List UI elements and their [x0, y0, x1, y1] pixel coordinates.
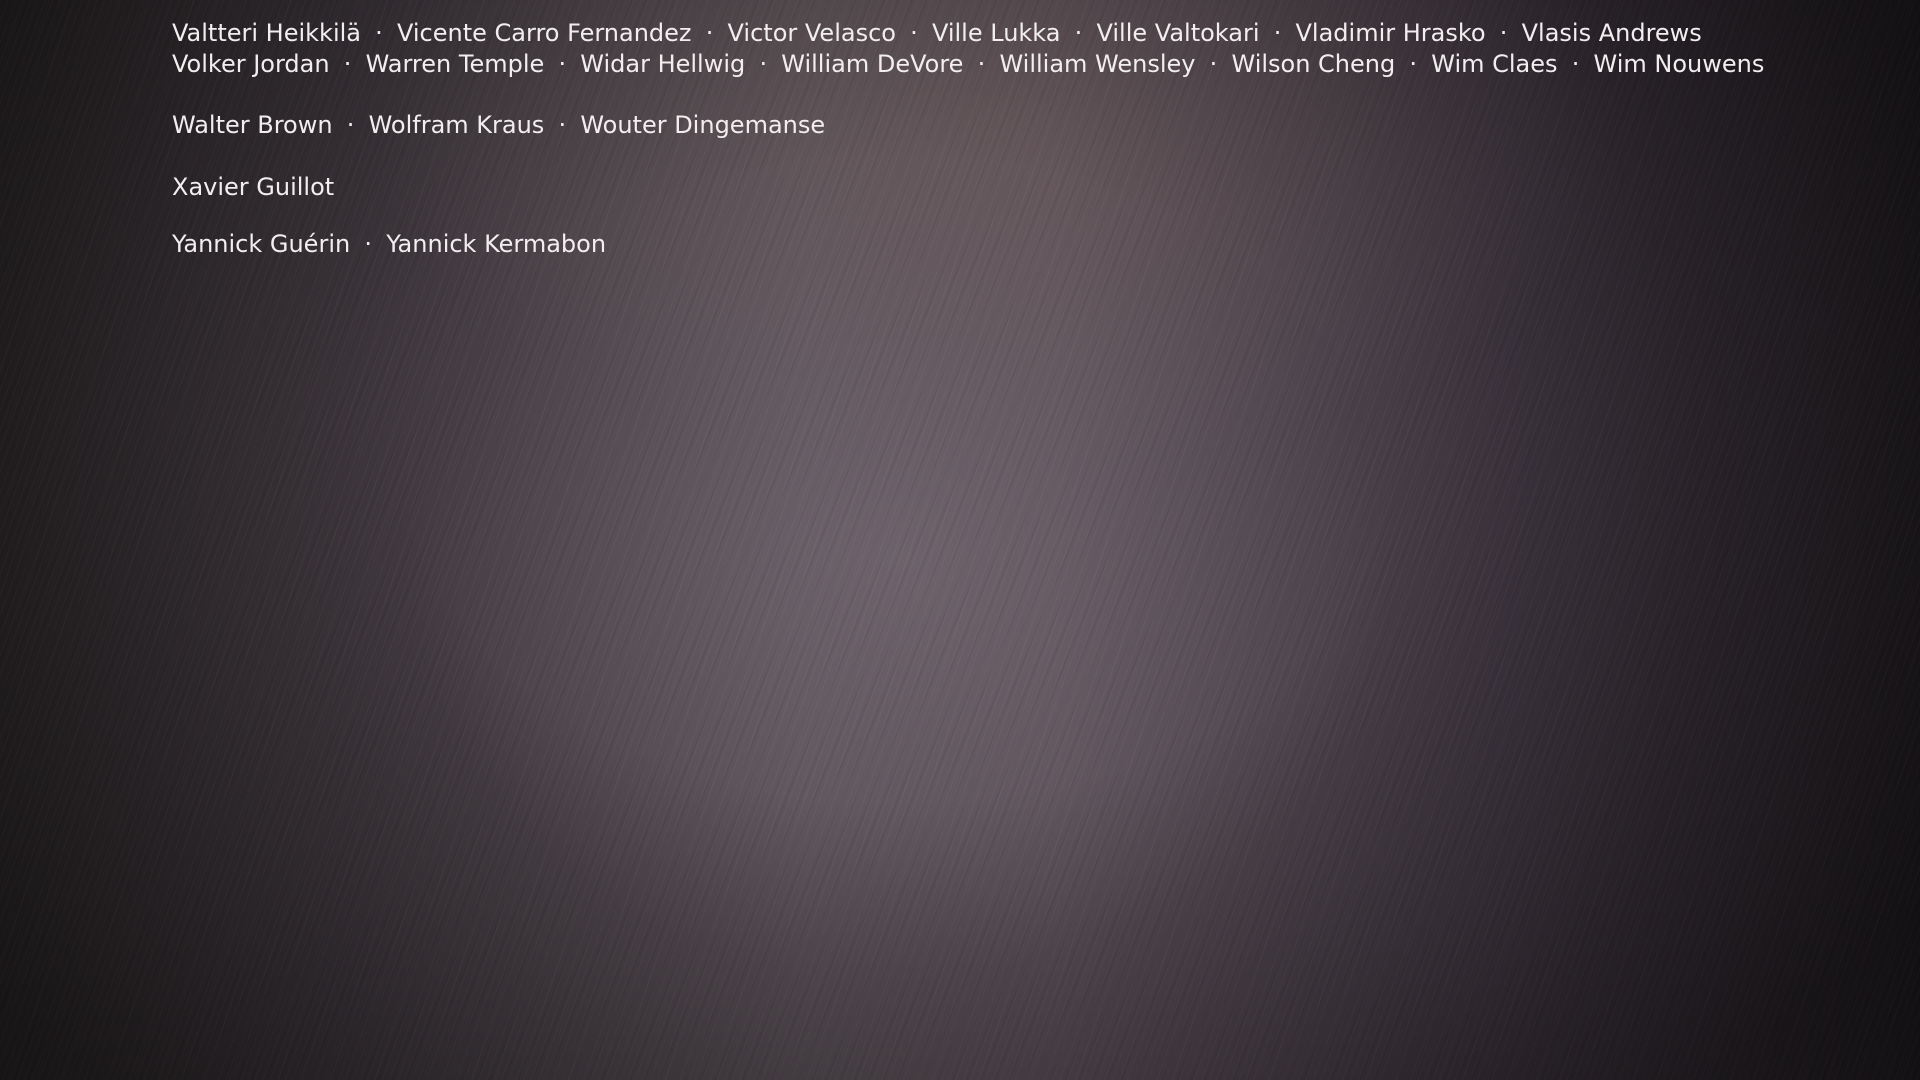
credits-group-v: Valtteri Heikkilä · Vicente Carro Fernan…: [172, 18, 1892, 80]
separator-dot: ·: [346, 111, 355, 139]
credit-name: William Wensley: [999, 50, 1196, 78]
separator-dot: ·: [705, 19, 714, 47]
separator-dot: ·: [1571, 50, 1580, 78]
credits-line: Valtteri Heikkilä · Vicente Carro Fernan…: [172, 18, 1892, 49]
separator-dot: ·: [1273, 19, 1282, 47]
credits-group-y: Yannick Guérin · Yannick Kermabon: [172, 229, 1892, 260]
separator-dot: ·: [343, 50, 352, 78]
credit-name: Volker Jordan: [172, 50, 330, 78]
credits-list: Valtteri Heikkilä · Vicente Carro Fernan…: [172, 18, 1892, 260]
credits-line: Volker Jordan · Warren Temple · Widar He…: [172, 49, 1892, 80]
credit-name: Xavier Guillot: [172, 173, 335, 201]
credits-group-w: Walter Brown · Wolfram Kraus · Wouter Di…: [172, 110, 1892, 141]
credit-name: Warren Temple: [365, 50, 545, 78]
credits-line: Yannick Guérin · Yannick Kermabon: [172, 229, 1892, 260]
separator-dot: ·: [977, 50, 986, 78]
credits-line: Walter Brown · Wolfram Kraus · Wouter Di…: [172, 110, 1892, 141]
separator-dot: ·: [558, 111, 567, 139]
credit-name: Ville Lukka: [931, 19, 1061, 47]
separator-dot: ·: [558, 50, 567, 78]
credit-name: Vlasis Andrews: [1521, 19, 1702, 47]
credit-name: Vladimir Hrasko: [1295, 19, 1486, 47]
separator-dot: ·: [910, 19, 918, 47]
credit-name: Wim Claes: [1431, 50, 1558, 78]
credits-group-x: Xavier Guillot: [172, 172, 1892, 203]
credit-name: Wouter Dingemanse: [580, 111, 826, 139]
credit-name: Walter Brown: [172, 111, 333, 139]
separator-dot: ·: [364, 230, 373, 258]
separator-dot: ·: [1209, 50, 1218, 78]
separator-dot: ·: [1074, 19, 1083, 47]
credit-name: William DeVore: [781, 50, 964, 78]
credit-name: Yannick Kermabon: [386, 230, 607, 258]
separator-dot: ·: [1409, 50, 1418, 78]
separator-dot: ·: [759, 50, 768, 78]
credit-name: Wim Nouwens: [1593, 50, 1765, 78]
credit-name: Vicente Carro Fernandez: [397, 19, 692, 47]
separator-dot: ·: [375, 19, 383, 47]
separator-dot: ·: [1499, 19, 1508, 47]
credit-name: Victor Velasco: [727, 19, 896, 47]
credit-name: Valtteri Heikkilä: [172, 19, 361, 47]
credit-name: Wilson Cheng: [1231, 50, 1396, 78]
credit-name: Wolfram Kraus: [368, 111, 545, 139]
credit-name: Widar Hellwig: [580, 50, 746, 78]
credit-name: Ville Valtokari: [1096, 19, 1260, 47]
credit-name: Yannick Guérin: [172, 230, 351, 258]
credits-line: Xavier Guillot: [172, 172, 1892, 203]
